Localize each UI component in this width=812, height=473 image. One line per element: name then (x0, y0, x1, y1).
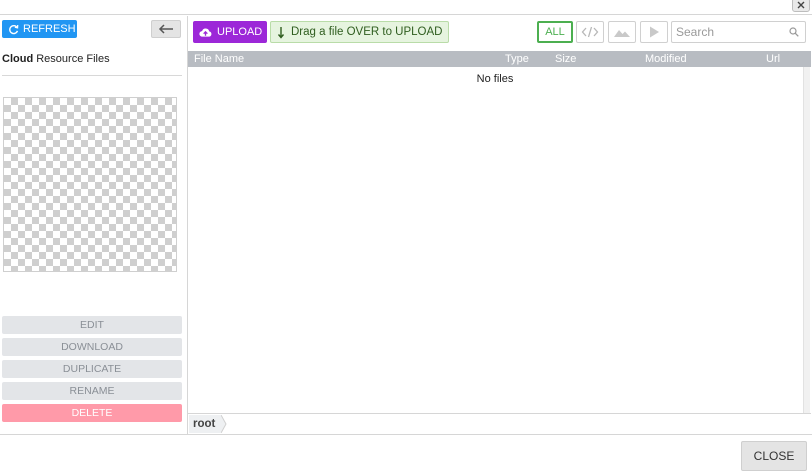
filter-code-button[interactable] (576, 21, 604, 43)
scrollbar[interactable] (803, 67, 810, 413)
breadcrumb-separator-icon (221, 415, 227, 433)
file-preview (3, 97, 177, 272)
drop-zone-label: Drag a file OVER to UPLOAD (291, 26, 443, 38)
column-url[interactable]: Url (766, 53, 780, 65)
breadcrumb: root (188, 413, 811, 434)
delete-button[interactable]: DELETE (2, 404, 182, 422)
sidebar: REFRESH Cloud Resource Files EDIT DOWNLO… (0, 16, 187, 434)
dialog-footer: CLOSE (0, 434, 812, 473)
play-icon (650, 26, 659, 38)
filter-video-button[interactable] (640, 21, 668, 43)
code-icon (581, 26, 599, 38)
panel-title-bold: Cloud (2, 53, 34, 65)
refresh-icon (9, 24, 19, 34)
top-strip (0, 0, 812, 15)
duplicate-button[interactable]: DUPLICATE (2, 360, 182, 378)
column-file-name[interactable]: File Name (194, 53, 244, 65)
upload-button[interactable]: UPLOAD (193, 21, 267, 43)
column-size[interactable]: Size (555, 53, 576, 65)
drop-zone[interactable]: Drag a file OVER to UPLOAD (270, 21, 449, 43)
search-box[interactable] (671, 21, 806, 43)
file-browser: UPLOAD Drag a file OVER to UPLOAD ALL Fi… (187, 16, 812, 434)
column-modified[interactable]: Modified (645, 53, 687, 65)
divider (2, 75, 182, 76)
filter-all-button[interactable]: ALL (537, 21, 573, 43)
refresh-label: REFRESH (23, 23, 76, 35)
window-close-button[interactable] (792, 0, 810, 12)
close-button[interactable]: CLOSE (741, 441, 807, 471)
empty-message: No files (476, 73, 514, 85)
cloud-upload-icon (199, 28, 212, 37)
column-type[interactable]: Type (505, 53, 529, 65)
file-list: No files (188, 67, 802, 413)
table-header: File Name Type Size Modified Url (188, 51, 811, 67)
rename-button[interactable]: RENAME (2, 382, 182, 400)
back-button[interactable] (151, 20, 181, 38)
image-icon (614, 30, 630, 37)
close-icon (797, 1, 805, 9)
edit-button[interactable]: EDIT (2, 316, 182, 334)
arrow-left-icon (158, 24, 173, 34)
arrow-down-icon (277, 26, 285, 39)
panel-title: Cloud Resource Files (2, 53, 110, 65)
refresh-button[interactable]: REFRESH (2, 20, 77, 38)
search-icon (789, 27, 799, 37)
breadcrumb-root[interactable]: root (189, 415, 222, 433)
filter-image-button[interactable] (608, 21, 636, 43)
upload-label: UPLOAD (217, 26, 263, 38)
search-input[interactable] (672, 22, 787, 42)
panel-title-rest: Resource Files (33, 53, 110, 65)
download-button[interactable]: DOWNLOAD (2, 338, 182, 356)
